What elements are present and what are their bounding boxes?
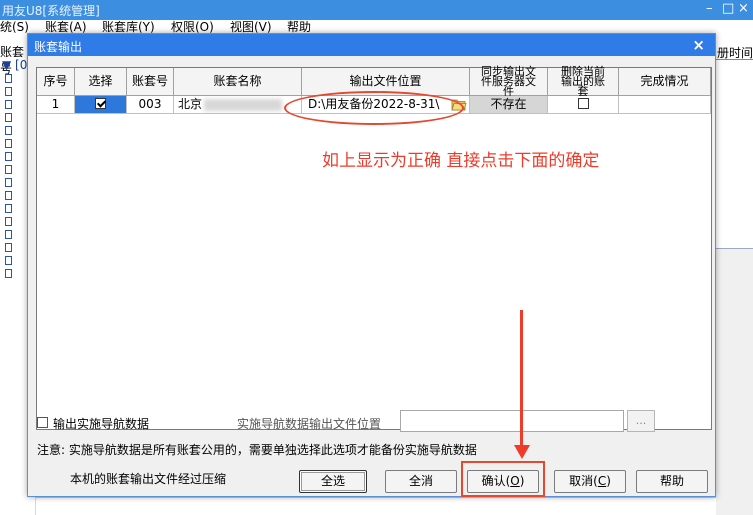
nav-path-browse-button[interactable]: ... [627,410,655,432]
cell-output-path[interactable]: D:\用友备份2022-8-31\ [302,96,470,114]
menu-account[interactable]: 账套(A) [45,20,87,34]
main-detail-area [714,248,753,515]
close-main-icon[interactable]: × [738,1,749,16]
cell-account-no: 003 [127,96,174,114]
menu-account-library[interactable]: 账套库(Y) [102,20,155,34]
cell-delete-current[interactable] [548,96,619,114]
output-path-text: D:\用友备份2022-8-31\ [308,97,440,111]
note-text: 注意: 实施导航数据是所有账套公用的，需要单独选择此选项才能备份实施导航数据 [37,443,477,457]
main-menubar: 统(S) 账套(A) 账套库(Y) 权限(O) 视图(V) 帮助 [0,20,753,34]
cancel-button[interactable]: 取消(C) [554,470,626,493]
tree-node-icon[interactable] [5,243,12,252]
table-row[interactable]: 1 003 北京 D:\用友备份2022-8-31\ 不存在 [37,96,711,114]
cell-select[interactable] [75,96,127,114]
col-header-select: 选择 [75,68,127,96]
annotation-arrowhead [514,445,530,459]
maximize-icon[interactable]: □ [722,1,734,16]
cell-index: 1 [37,96,75,114]
col-header-status: 完成情况 [619,68,711,96]
tree-node-icon[interactable] [5,139,12,148]
minimize-icon[interactable]: – [706,1,713,16]
nav-path-input[interactable] [400,410,624,432]
cell-account-name: 北京 [174,96,302,114]
col-header-account-no: 账套号 [127,68,174,96]
account-name-text: 北京 [178,97,203,111]
nav-path-label: 实施导航数据输出文件位置 [237,417,382,431]
register-time-column-header[interactable]: 册时间 [714,44,753,60]
menu-permission[interactable]: 权限(O) [171,20,214,34]
annotation-arrow-shaft [520,310,523,446]
tree-node-icon[interactable] [5,191,12,200]
menu-view[interactable]: 视图(V) [230,20,272,34]
export-nav-data-checkbox[interactable] [37,417,48,428]
select-all-button[interactable]: 全选 [299,470,367,493]
col-header-index: 序号 [37,68,75,96]
annotation-text: 如上显示为正确 直接点击下面的确定 [322,151,600,171]
tree-node-icon[interactable] [5,204,12,213]
menu-system[interactable]: 统(S) [0,20,29,34]
deselect-all-button[interactable]: 全消 [385,470,457,493]
tree-node-icon[interactable] [5,126,12,135]
main-titlebar: 用友U8[系统管理] – □ × [0,0,753,20]
compress-label: 本机的账套输出文件经过压缩 [70,472,227,486]
account-export-dialog: 账套输出 × 序号 选择 账套号 账套名称 输出文件位置 同步输出文件服务器文件… [27,33,716,497]
tree-node-icon[interactable] [5,269,12,278]
cell-status [619,96,711,114]
cell-sync-server: 不存在 [470,96,548,114]
tree-node-icon[interactable] [5,217,12,226]
tree-root[interactable]: ▼ [0 [2,58,27,72]
help-button[interactable]: 帮助 [636,470,708,493]
table-header: 序号 选择 账套号 账套名称 输出文件位置 同步输出文件服务器文件 删除当前输出… [37,66,711,97]
delete-current-checkbox[interactable] [577,98,589,109]
main-window-title: 用友U8[系统管理] [2,4,100,18]
tree-node-icon[interactable] [5,113,12,122]
folder-open-icon[interactable] [451,98,467,111]
dialog-title: 账套输出 [34,40,83,54]
tree-node-icon[interactable] [5,165,12,174]
col-header-output-path: 输出文件位置 [302,68,470,96]
tree-node-icon[interactable] [5,230,12,239]
select-checkbox[interactable] [95,98,106,109]
dialog-titlebar: 账套输出 × [28,34,715,56]
tree-node-icon[interactable] [5,74,12,83]
tree-node-icon[interactable] [5,87,12,96]
menu-help[interactable]: 帮助 [287,20,311,34]
col-header-account-name: 账套名称 [174,68,302,96]
tree-node-icon[interactable] [5,256,12,265]
export-nav-data-label: 输出实施导航数据 [53,417,150,431]
col-header-sync-server: 同步输出文件服务器文件 [470,66,548,97]
annotation-highlight-box [461,461,545,497]
redacted-name-blur [204,98,283,111]
tree-node-icon[interactable] [5,100,12,109]
tree-node-icon[interactable] [5,178,12,187]
main-list-area [714,60,753,248]
main-bottom-area [36,497,716,515]
tree-node-icon[interactable] [5,152,12,161]
account-export-table: 序号 选择 账套号 账套名称 输出文件位置 同步输出文件服务器文件 删除当前输出… [36,66,712,430]
close-icon[interactable]: × [692,36,705,54]
col-header-delete-current: 删除当前输出的账套 [548,66,619,97]
